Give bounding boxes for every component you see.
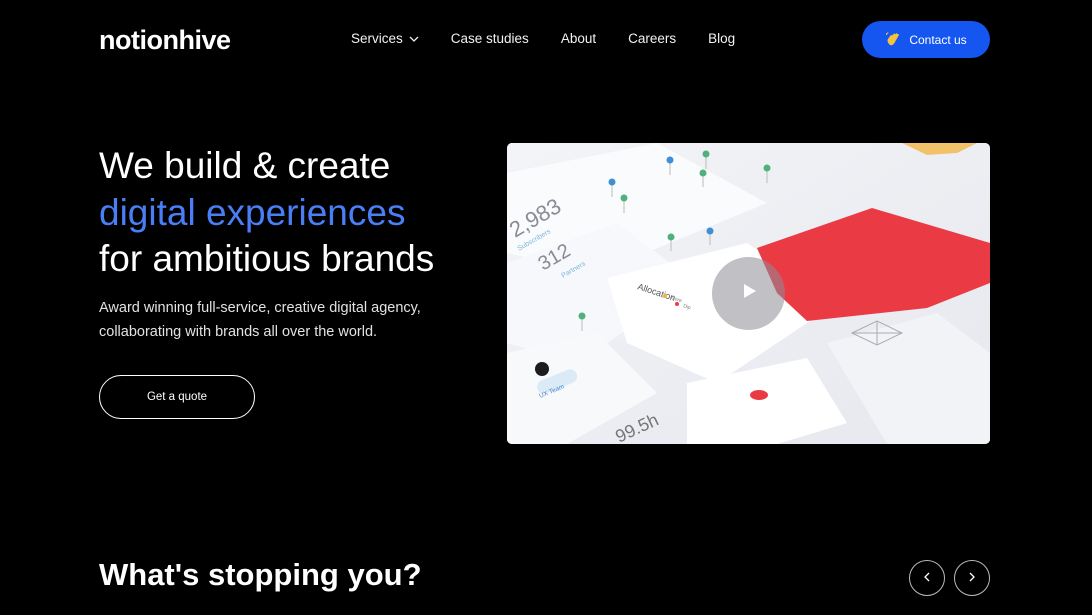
nav-item-blog[interactable]: Blog [708, 31, 735, 46]
nav-item-case-studies[interactable]: Case studies [451, 31, 529, 46]
nav-item-label: Careers [628, 31, 677, 46]
play-icon [739, 281, 759, 306]
nav-item-label: About [560, 31, 597, 46]
chevron-right-icon [968, 569, 976, 587]
contact-us-label: Contact us [909, 32, 967, 47]
hero-subtitle-line-2: collaborating with brands all over the w… [99, 324, 378, 340]
hero-subtitle-line-1: Award winning full-service, creative dig… [99, 300, 421, 316]
play-button[interactable] [712, 257, 785, 330]
hero-title-accent: digital experiences [99, 191, 406, 233]
chevron-left-icon [923, 569, 931, 587]
chevron-down-icon [409, 36, 419, 42]
main-nav: Services Case studies About Careers Blog [351, 31, 767, 46]
contact-us-button[interactable]: Contact us [862, 21, 990, 58]
get-a-quote-label: Get a quote [146, 391, 208, 403]
hero-title-line-1: We build & create [99, 145, 391, 186]
carousel-prev-button[interactable] [909, 560, 945, 596]
nav-item-services[interactable]: Services [351, 31, 419, 46]
waving-hand-icon [885, 31, 902, 48]
nav-item-careers[interactable]: Careers [628, 31, 676, 46]
hero-title-line-3: for ambitious brands [99, 238, 435, 279]
hero-title: We build & create digital experiences fo… [99, 143, 434, 283]
carousel-next-button[interactable] [954, 560, 990, 596]
nav-item-label: Services [351, 31, 403, 46]
get-a-quote-button[interactable]: Get a quote [99, 375, 255, 419]
hero-video[interactable]: 2,983 Subscribers 312 Partners Allocatio… [507, 143, 990, 444]
hero-subtitle: Award winning full-service, creative dig… [99, 296, 459, 344]
brand-logo[interactable]: notionhive [99, 25, 231, 56]
nav-item-label: Blog [708, 31, 736, 46]
nav-item-about[interactable]: About [561, 31, 596, 46]
section-title: What's stopping you? [99, 557, 422, 592]
nav-item-label: Case studies [450, 31, 529, 46]
